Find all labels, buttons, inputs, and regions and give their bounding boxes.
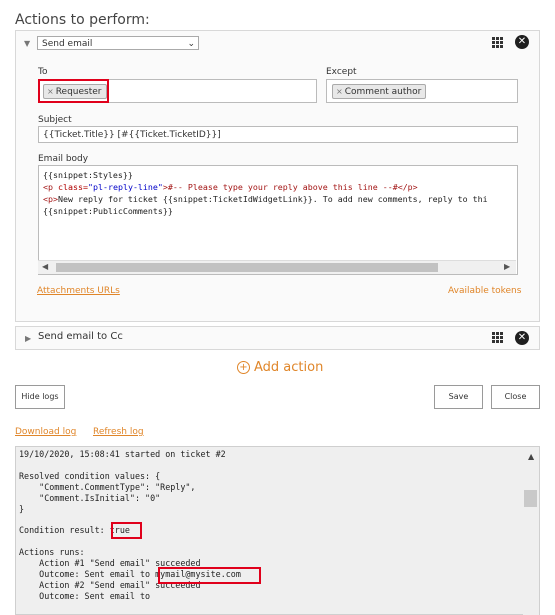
add-action-label: Add action (254, 360, 324, 375)
caret-down-icon[interactable]: ▼ (24, 39, 30, 48)
section-title: Actions to perform: (15, 12, 150, 28)
subject-input[interactable]: {{Ticket.Title}} [#{{Ticket.TicketID}}] (38, 126, 518, 143)
log-line: Resolved condition values: { (19, 470, 161, 481)
highlight-box-email (158, 567, 261, 584)
close-circle-icon[interactable]: ✕ (515, 331, 529, 345)
close-button[interactable]: Close (491, 385, 540, 409)
log-line: Actions runs: (19, 547, 85, 558)
action2-title: Send email to Cc (38, 331, 123, 342)
email-body-label: Email body (38, 154, 89, 164)
highlight-box-requester (38, 79, 109, 103)
available-tokens-link[interactable]: Available tokens (448, 286, 521, 296)
scroll-left-icon[interactable]: ◀ (42, 262, 48, 271)
plus-circle-icon: + (237, 361, 250, 374)
log-line: Outcome: Sent email to (19, 590, 151, 601)
comment-author-chip-label: Comment author (344, 87, 422, 97)
refresh-log-link[interactable]: Refresh log (93, 427, 144, 437)
log-line: 19/10/2020, 15:08:41 started on ticket #… (19, 449, 226, 459)
remove-chip-icon[interactable]: × (336, 87, 343, 96)
code-line: <p class="pl-reply-line">#-- Please type… (43, 182, 418, 192)
close-circle-icon[interactable]: ✕ (515, 35, 529, 49)
except-label: Except (326, 67, 357, 77)
scroll-up-icon[interactable]: ▲ (528, 452, 534, 461)
log-line: "Comment.IsInitial": "0" (19, 492, 161, 503)
to-label: To (38, 67, 48, 77)
scrollbar-thumb[interactable] (524, 490, 537, 507)
hide-logs-button[interactable]: Hide logs (15, 385, 65, 409)
grip-icon[interactable] (492, 332, 503, 343)
grip-icon[interactable] (492, 37, 503, 48)
download-log-link[interactable]: Download log (15, 427, 76, 437)
attachments-urls-link[interactable]: Attachments URLs (37, 286, 120, 296)
scroll-right-icon[interactable]: ▶ (504, 262, 510, 271)
save-button[interactable]: Save (434, 385, 483, 409)
chevron-down-icon: ⌄ (187, 39, 195, 49)
action-type-select[interactable]: Send email ⌄ (37, 36, 199, 50)
comment-author-chip[interactable]: × Comment author (332, 84, 427, 99)
code-line: <p>New reply for ticket {{snippet:Ticket… (43, 194, 488, 204)
code-line: {{snippet:PublicComments}} (43, 206, 173, 216)
subject-label: Subject (38, 115, 72, 125)
vertical-scrollbar[interactable]: ▲ (523, 447, 539, 615)
email-body-editor[interactable]: {{snippet:Styles}} <p class="pl-reply-lin… (38, 165, 518, 275)
caret-right-icon[interactable]: ▶ (25, 334, 31, 343)
highlight-box-true (111, 522, 142, 539)
log-line: "Comment.CommentType": "Reply", (19, 481, 196, 492)
log-line: } (19, 503, 25, 514)
code-line: {{snippet:Styles}} (43, 170, 133, 180)
add-action-button[interactable]: + Add action (237, 360, 323, 375)
action-type-value: Send email (42, 39, 93, 49)
scrollbar-thumb[interactable] (56, 263, 438, 272)
horizontal-scrollbar[interactable]: ◀ ▶ (38, 260, 516, 274)
